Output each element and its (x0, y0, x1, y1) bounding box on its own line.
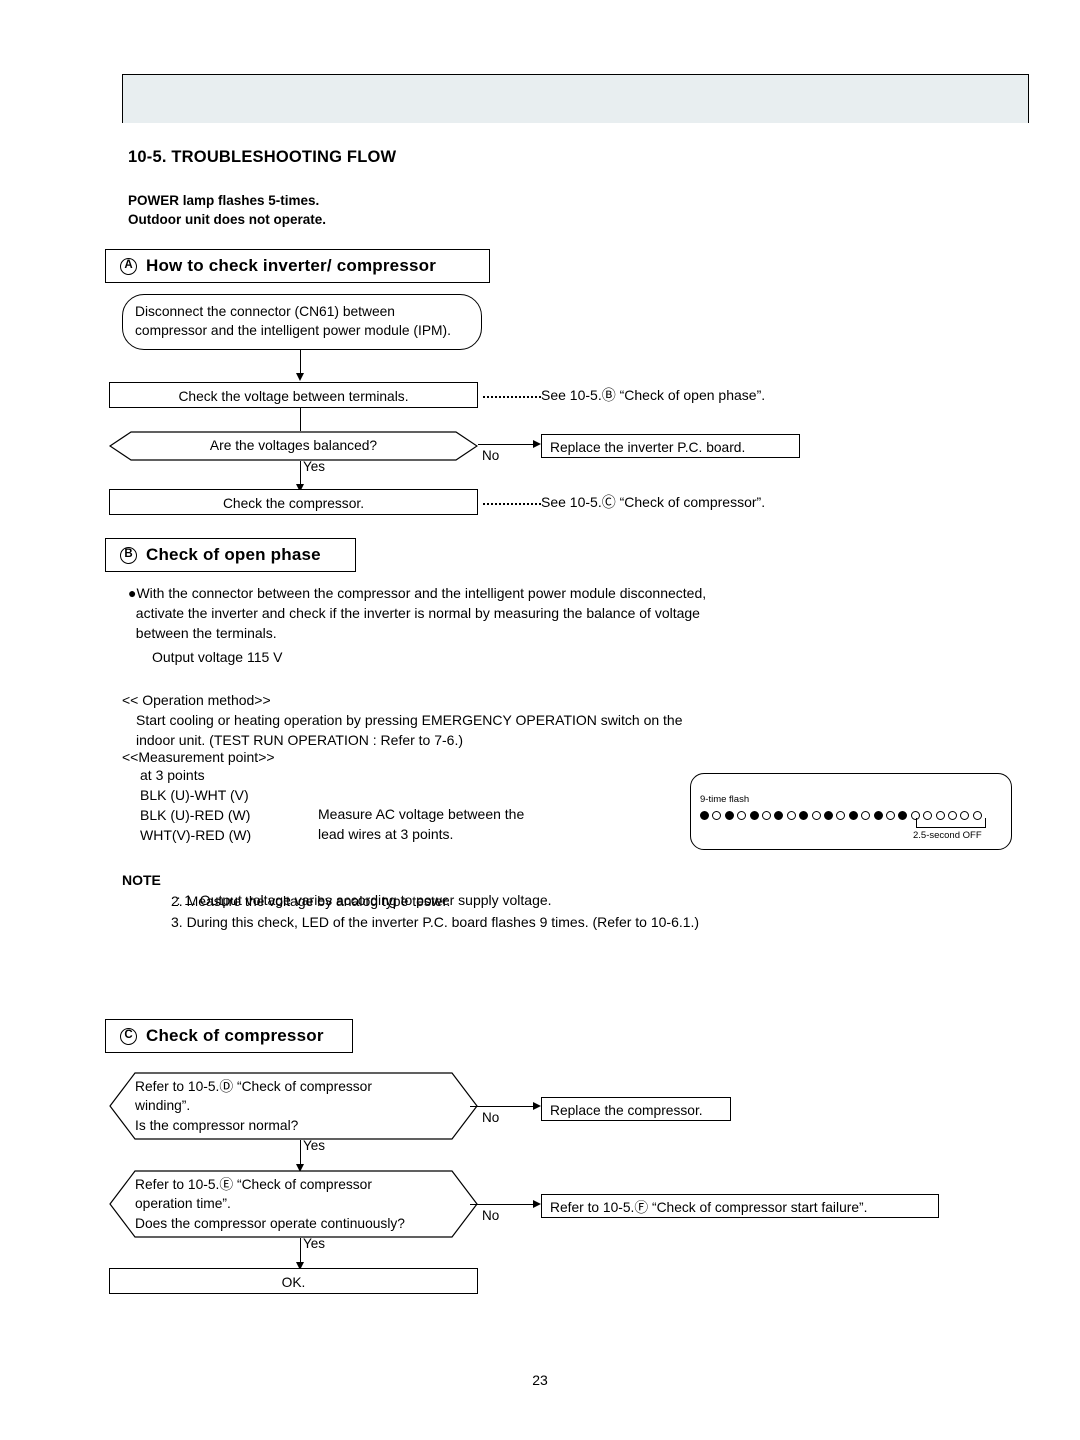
page-title: 10-5. TROUBLESHOOTING FLOW (128, 148, 397, 166)
decision-c1-yes-label: Yes (303, 1138, 326, 1153)
flash-dot-17 (898, 811, 908, 820)
decision-a-yes-label: Yes (303, 459, 326, 474)
decision-c1-no-label: No (482, 1110, 500, 1125)
decision-c2-no-label: No (482, 1208, 500, 1223)
section-c-heading-text: Check of compressor (146, 1026, 324, 1045)
branch-line-no (478, 444, 536, 446)
flash-pattern-diagram: 9-time flash 2.5-second OFF (690, 773, 1012, 850)
ref-check-compressor: See 10-5.Ⓒ “Check of compressor”. (541, 494, 766, 510)
page-number: 23 (532, 1372, 548, 1388)
section-b-bullet: ●With the connector between the compress… (128, 585, 707, 641)
decision-compressor-normal: Refer to 10-5.Ⓓ “Check of compressor win… (109, 1072, 478, 1140)
decision-a-no-label: No (482, 448, 500, 463)
decision-voltages-balanced: Are the voltages balanced? (109, 431, 478, 461)
page-root: 10-5. TROUBLESHOOTING FLOW POWER lamp fl… (0, 0, 1080, 1440)
operation-method-body: Start cooling or heating operation by pr… (136, 712, 683, 748)
decision-c2-yes-label: Yes (303, 1236, 326, 1251)
flash-dot-8 (786, 811, 796, 820)
page-header-band (122, 74, 1029, 123)
branch-arrow-no (533, 1102, 541, 1110)
measurement-point-title: <<Measurement point>> (122, 749, 275, 765)
intro-line-1: POWER lamp flashes 5-times. (128, 193, 320, 208)
section-b-marker: B (120, 546, 137, 564)
decision-compressor-operates-text: Refer to 10-5.Ⓔ “Check of compressor ope… (135, 1177, 405, 1231)
connector-line (300, 408, 302, 431)
output-voltage-text: Output voltage 115 V (152, 649, 283, 665)
section-a-heading-text: How to check inverter/ compressor (146, 256, 437, 275)
ref-check-open-phase: See 10-5.Ⓑ “Check of open phase”. (541, 387, 766, 403)
flash-dot-1 (700, 811, 709, 820)
flow-box-replace-compressor: Replace the compressor. (541, 1097, 731, 1121)
section-a-heading: A How to check inverter/ compressor (105, 249, 490, 283)
flash-dot-13 (848, 811, 858, 820)
flash-dot-9 (799, 811, 809, 820)
branch-line-no (470, 1106, 536, 1108)
operation-method-title: << Operation method>> (122, 692, 271, 708)
section-c-heading: C Check of compressor (105, 1019, 353, 1053)
flash-dot-10 (811, 811, 821, 820)
branch-line-no (470, 1204, 536, 1206)
note-item-2: 2. Measure the voltage by analog type te… (171, 893, 451, 909)
flow-box-ok: OK. (109, 1268, 478, 1294)
decision-voltages-balanced-text: Are the voltages balanced? (209, 438, 378, 454)
decision-compressor-operates-continuously: Refer to 10-5.Ⓔ “Check of compressor ope… (109, 1170, 478, 1238)
flash-dot-16 (886, 811, 895, 820)
section-b-heading: B Check of open phase (105, 538, 356, 572)
branch-arrow-no (533, 1200, 541, 1208)
note-item-3: 3. During this check, LED of the inverte… (171, 914, 700, 930)
connector-line (300, 350, 302, 375)
section-a-marker: A (120, 257, 137, 275)
intro-line-2: Outdoor unit does not operate. (128, 212, 326, 227)
flash-dot-7 (774, 811, 784, 820)
measurement-points-list: at 3 points BLK (U)-WHT (V) BLK (U)-RED … (140, 767, 252, 843)
flash-label: 9-time flash (700, 794, 750, 805)
flash-dot-11 (824, 811, 833, 820)
connector-arrow (296, 373, 304, 381)
measure-caption: Measure AC voltage between the lead wire… (318, 806, 525, 842)
flash-dot-3 (724, 811, 734, 820)
branch-arrow-no (533, 440, 541, 448)
section-b-heading-text: Check of open phase (146, 545, 321, 564)
flash-dot-6 (762, 811, 771, 820)
flash-off-label: 2.5-second OFF (913, 830, 982, 841)
flash-dot-2 (712, 811, 722, 820)
flash-dot-12 (836, 811, 846, 820)
flash-dot-5 (749, 811, 759, 820)
flow-box-check-start-failure: Refer to 10-5.Ⓕ “Check of compressor sta… (541, 1194, 939, 1218)
flash-dot-14 (861, 811, 871, 820)
flow-box-check-voltage-terminals: Check the voltage between terminals. (109, 382, 478, 408)
flow-box-replace-inverter-board: Replace the inverter P.C. board. (541, 434, 800, 458)
section-c-marker: C (120, 1027, 137, 1045)
flow-box-disconnect-connector: Disconnect the connector (CN61) between … (122, 294, 482, 350)
decision-compressor-normal-text: Refer to 10-5.Ⓓ “Check of compressor win… (135, 1079, 372, 1133)
flash-dot-4 (737, 811, 747, 820)
flash-dot-15 (873, 811, 883, 820)
flow-box-check-compressor: Check the compressor. (109, 489, 478, 515)
dotted-leader-2 (483, 503, 541, 505)
off-period-bracket (916, 818, 986, 828)
dotted-leader-1 (483, 396, 541, 398)
